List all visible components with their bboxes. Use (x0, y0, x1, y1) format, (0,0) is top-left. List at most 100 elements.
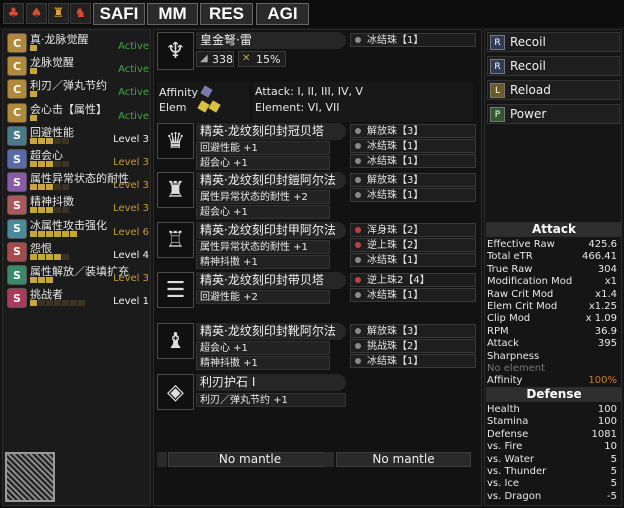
skill-level: Active (118, 87, 149, 99)
stat-row: Elem Crit Mod x1.25 (487, 301, 620, 313)
stat-value: 425.6 (588, 239, 617, 250)
tab-safi[interactable]: SAFI (93, 3, 145, 25)
stat-label: Raw Crit Mod (487, 288, 554, 300)
skill-icon: S (7, 218, 27, 239)
decoration-slot[interactable]: 冰结珠【1】 (350, 253, 476, 267)
decoration-slot[interactable]: 冰结珠【1】 (350, 188, 476, 202)
stat-label: RPM (487, 325, 509, 337)
skill-row[interactable]: S 属性异常状态的耐性 Level 3 (5, 171, 151, 193)
qr-code (5, 452, 55, 502)
skill-row[interactable]: C 会心击【属性】 Active (5, 102, 151, 124)
stat-value: 36.9 (594, 325, 617, 337)
skill-icon: S (7, 241, 27, 262)
action-label: Recoil (510, 59, 546, 73)
mantle-slot-2[interactable]: No mantle (336, 452, 471, 467)
armor-icon[interactable]: ♠ (26, 3, 47, 24)
armor-piece-name[interactable]: 精英·龙纹刻印封冠贝塔 (196, 123, 346, 140)
stat-label: Effective Raw (487, 239, 555, 250)
skill-row[interactable]: S 回避性能 Level 3 (5, 125, 151, 147)
bowgun-icon[interactable]: ♆ (157, 32, 194, 70)
decoration-slot[interactable]: 逆上珠【2】 (350, 238, 476, 252)
skill-row[interactable]: S 冰属性攻击强化 Level 6 (5, 218, 151, 240)
skill-row[interactable]: C 真·龙脉觉醒 Active (5, 32, 151, 54)
skill-row[interactable]: S 精神抖擞 Level 3 (5, 194, 151, 216)
skill-pip (54, 137, 61, 144)
decoration-slot[interactable]: 解放珠【3】 (350, 324, 476, 338)
stat-label: True Raw (487, 263, 533, 275)
skill-pip (78, 300, 85, 307)
skill-level-pips (30, 161, 69, 167)
stat-row: Clip Mod x 1.09 (487, 313, 620, 325)
skill-icon: S (7, 149, 27, 169)
hunter-icon[interactable]: ♣ (3, 3, 24, 24)
stat-label: vs. Ice (487, 478, 520, 490)
armor-piece-icon[interactable]: ♛ (157, 123, 194, 159)
action-label: Power (510, 107, 547, 121)
decoration-slot[interactable]: 冰结珠【1】 (350, 154, 476, 168)
skill-row[interactable]: S 超会心 Level 3 (5, 148, 151, 170)
stat-row: Sharpness (487, 351, 620, 363)
skill-pip (54, 253, 61, 260)
action-button[interactable]: L Reload (487, 80, 620, 100)
armor-icon[interactable]: ♞ (70, 3, 91, 24)
action-button[interactable]: R Recoil (487, 32, 620, 52)
armor-piece-name[interactable]: 精英·龙纹刻印封甲阿尔法 (196, 222, 346, 239)
defense_stats-header: Defense (486, 387, 622, 402)
decoration-slot[interactable]: 冰结珠【1】 (350, 288, 476, 302)
skill-name: 利刃／弹丸节约 (30, 79, 107, 93)
charm-icon[interactable]: ◈ (157, 374, 194, 410)
skill-pip (54, 184, 61, 191)
stat-row: Attack 395 (487, 338, 620, 350)
stat-row: Stamina 100 (487, 416, 620, 428)
armor-piece-name[interactable]: 精英·龙纹刻印封带贝塔 (196, 272, 346, 289)
action-button[interactable]: P Power (487, 104, 620, 124)
skill-icon: S (7, 195, 27, 216)
stat-value: 5 (610, 466, 617, 477)
skill-pip (62, 161, 69, 167)
decoration-slot[interactable]: 冰结珠【1】 (350, 139, 476, 153)
affinity-hex-icon (200, 85, 213, 98)
skill-row[interactable]: S 挑战者 Level 1 (5, 287, 151, 309)
decoration-slot[interactable]: 冰结珠【1】 (350, 354, 476, 368)
weapon-affinity: ✕ 15% (238, 51, 286, 67)
armor-piece-icon[interactable]: ♜ (157, 172, 194, 208)
mantle-slot-1-tab (157, 452, 167, 467)
skill-row[interactable]: S 属性解放／装填扩充 Level 3 (5, 264, 151, 286)
tab-agi[interactable]: AGI (256, 3, 309, 25)
skill-icon: S (7, 172, 27, 193)
weapon-name[interactable]: 皇金弩·雷 (196, 32, 346, 49)
decoration-slot[interactable]: 解放珠【3】 (350, 124, 476, 138)
armor-piece-icon[interactable]: ☰ (157, 272, 194, 308)
skill-level-pips (30, 253, 69, 260)
stat-value: x1.25 (588, 301, 617, 312)
armor-skill: 属性异常状态的耐性 +2 (196, 190, 330, 204)
tab-res[interactable]: RES (200, 3, 253, 25)
charm-skill: 利刃／弹丸节约 +1 (196, 393, 346, 407)
stat-value: 100 (597, 404, 617, 415)
decoration-slot[interactable]: 逆上珠2【4】 (350, 273, 476, 287)
charm-name[interactable]: 利刃护石 I (196, 374, 346, 391)
action-button[interactable]: R Recoil (487, 56, 620, 76)
armor-icon[interactable]: ♜ (48, 3, 69, 24)
armor-skill: 精神抖擞 +1 (196, 356, 330, 370)
decoration-slot[interactable]: 挑战珠【2】 (350, 339, 476, 353)
armor-piece-icon[interactable]: ♝ (157, 323, 194, 359)
skill-row[interactable]: C 龙脉觉醒 Active (5, 55, 151, 77)
stat-label: Total eTR (487, 251, 533, 263)
armor-piece-name[interactable]: 精英·龙纹刻印封鎧阿尔法 (196, 172, 346, 189)
stat-row: RPM 36.9 (487, 326, 620, 338)
decoration-slot[interactable]: 解放珠【3】 (350, 173, 476, 187)
skill-row[interactable]: C 利刃／弹丸节约 Active (5, 78, 151, 100)
stat-row: True Raw 304 (487, 264, 620, 276)
weapon-decoration-slot[interactable]: 冰结珠【1】 (350, 33, 476, 47)
equipment-panel: ♆ 皇金弩·雷 ◢ 338 ✕ 15% 冰结珠【1】 Affinity Elem… (153, 29, 482, 506)
skill-level-pips (30, 91, 37, 98)
tab-mm[interactable]: MM (147, 3, 198, 25)
armor-piece-icon[interactable]: ♖ (157, 222, 194, 258)
skill-pip (46, 277, 53, 283)
skill-row[interactable]: S 怨恨 Level 4 (5, 241, 151, 263)
mantle-slot-1[interactable]: No mantle (168, 452, 332, 467)
stat-label: Sharpness (487, 350, 540, 362)
armor-piece-name[interactable]: 精英·龙纹刻印封靴阿尔法 (196, 323, 346, 340)
decoration-slot[interactable]: 浑身珠【2】 (350, 223, 476, 237)
